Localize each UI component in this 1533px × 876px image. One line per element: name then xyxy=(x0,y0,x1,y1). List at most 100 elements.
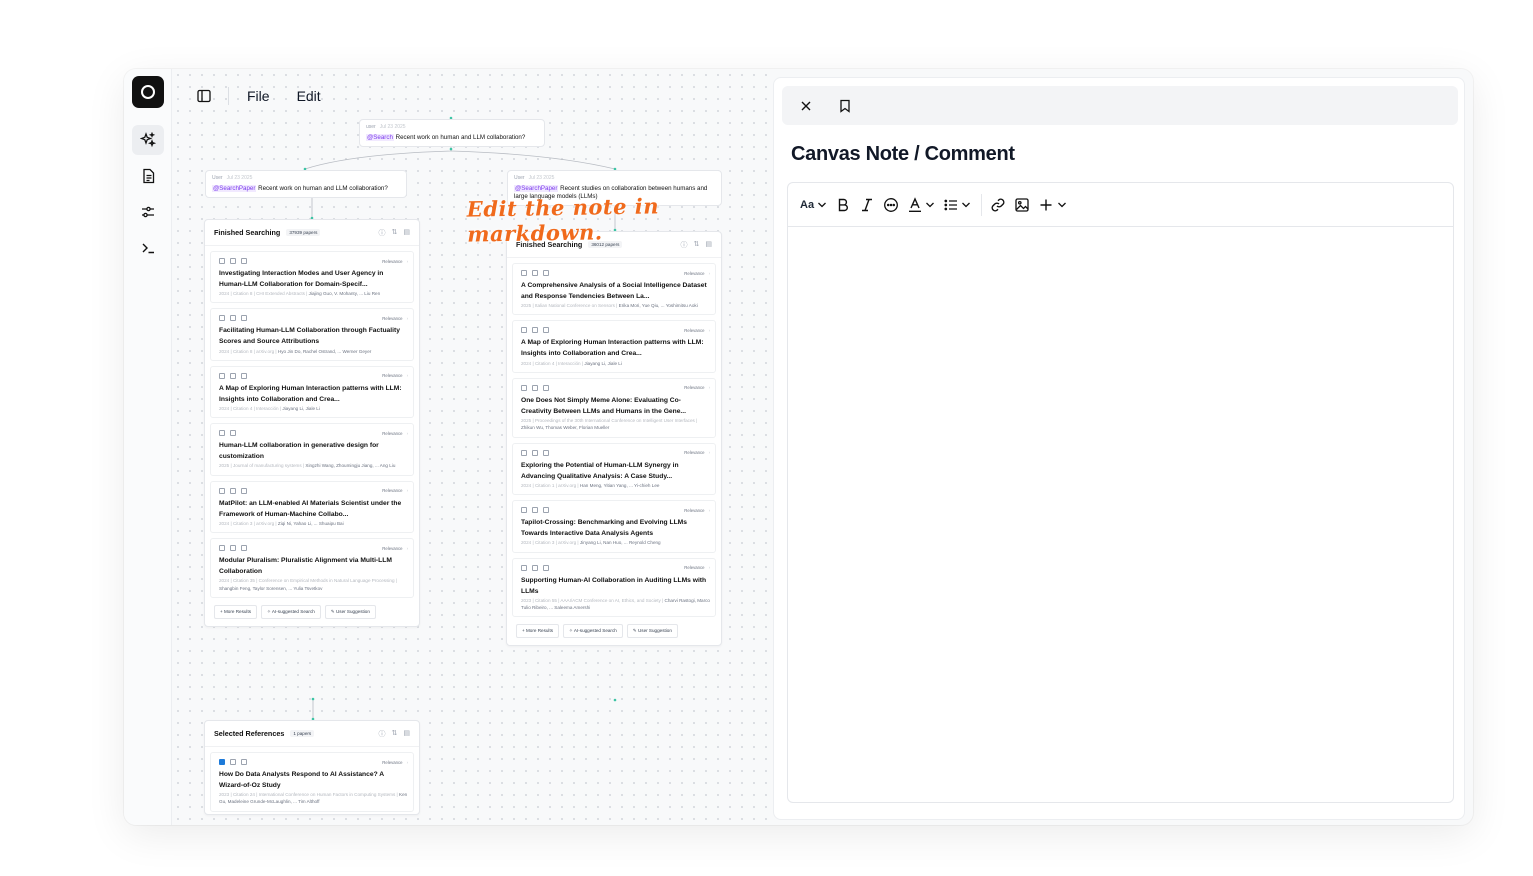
close-icon[interactable] xyxy=(797,97,815,115)
image-icon[interactable] xyxy=(1014,197,1030,213)
sort-icon[interactable]: ⇅ xyxy=(392,729,398,739)
relevance-dropdown[interactable]: Relevance › xyxy=(382,760,408,765)
user-suggestion-button[interactable]: ✎ User Suggestion xyxy=(626,624,678,639)
paper-title[interactable]: Investigating Interaction Modes and User… xyxy=(219,268,408,290)
expand-icon[interactable] xyxy=(230,372,236,379)
paper-title[interactable]: A Map of Exploring Human Interaction pat… xyxy=(219,383,408,405)
paper-title[interactable]: Facilitating Human-LLM Collaboration thr… xyxy=(219,325,408,347)
paper-title[interactable]: MatPilot: an LLM-enabled AI Materials Sc… xyxy=(219,498,408,520)
document-icon[interactable] xyxy=(543,449,549,456)
paper-title[interactable]: Human-LLM collaboration in generative de… xyxy=(219,440,408,462)
paper-title[interactable]: A Map of Exploring Human Interaction pat… xyxy=(521,337,710,359)
expand-icon[interactable] xyxy=(230,759,236,765)
relevance-dropdown[interactable]: Relevance › xyxy=(382,431,408,436)
paper-item[interactable]: Relevance › A Comprehensive Analysis of a … xyxy=(512,263,716,316)
relevance-dropdown[interactable]: Relevance › xyxy=(684,565,710,570)
paper-title[interactable]: How Do Data Analysts Respond to AI Assis… xyxy=(219,769,408,791)
document-icon[interactable] xyxy=(241,372,247,379)
select-checkbox[interactable] xyxy=(521,327,527,334)
document-icon[interactable] xyxy=(241,258,247,264)
insert-dropdown[interactable] xyxy=(1038,197,1067,213)
calendar-icon[interactable]: ▤ xyxy=(403,729,410,739)
expand-icon[interactable] xyxy=(230,315,236,322)
paper-title[interactable]: A Comprehensive Analysis of a Social Int… xyxy=(521,280,710,302)
more-circle-icon[interactable] xyxy=(883,197,899,213)
link-icon[interactable] xyxy=(990,197,1006,213)
select-checkbox[interactable] xyxy=(219,430,225,437)
info-icon[interactable]: ⓘ xyxy=(379,729,386,739)
select-checkbox[interactable] xyxy=(219,759,225,765)
document-icon[interactable] xyxy=(241,315,247,322)
paper-item[interactable]: Relevance › How Do Data Analysts Respond t… xyxy=(210,752,414,812)
font-size-dropdown[interactable]: Aa xyxy=(800,199,827,211)
ai-suggested-search-button[interactable]: ✧ AI-suggested Search xyxy=(563,624,623,639)
paper-item[interactable]: Relevance › Exploring the Potential of Hum… xyxy=(512,442,716,496)
paper-item[interactable]: Relevance › Supporting Human-AI Collaborat… xyxy=(512,557,716,618)
expand-icon[interactable] xyxy=(532,564,538,571)
relevance-dropdown[interactable]: Relevance › xyxy=(684,508,710,513)
bold-icon[interactable] xyxy=(835,197,851,213)
ai-sparkle-icon[interactable] xyxy=(132,125,164,155)
ai-suggested-search-button[interactable]: ✧ AI-suggested Search xyxy=(261,604,321,619)
relevance-dropdown[interactable]: Relevance › xyxy=(684,328,710,333)
select-checkbox[interactable] xyxy=(521,384,527,391)
paper-title[interactable]: Modular Pluralism: Pluralistic Alignment… xyxy=(219,555,408,577)
paper-item[interactable]: Relevance › MatPilot: an LLM-enabled AI Ma… xyxy=(210,480,414,534)
relevance-dropdown[interactable]: Relevance › xyxy=(382,373,408,378)
paper-item[interactable]: Relevance › Human-LLM collaboration in gen… xyxy=(210,423,414,476)
document-icon[interactable] xyxy=(543,384,549,391)
expand-icon[interactable] xyxy=(230,258,236,264)
bookmark-icon[interactable] xyxy=(836,97,854,115)
results-card-left[interactable]: Finished Searching 37939 papers ⓘ ⇅ ▤ Relevan… xyxy=(204,219,420,627)
paper-title[interactable]: One Does Not Simply Meme Alone: Evaluati… xyxy=(521,395,710,417)
terminal-icon[interactable] xyxy=(132,233,164,263)
select-checkbox[interactable] xyxy=(521,507,527,514)
select-checkbox[interactable] xyxy=(521,564,527,571)
relevance-dropdown[interactable]: Relevance › xyxy=(684,385,710,390)
paper-item[interactable]: Relevance › Tapilot-Crossing: Benchmarking… xyxy=(512,500,716,553)
paper-item[interactable]: Relevance › Investigating Interaction Mode… xyxy=(210,251,414,304)
left-query-bubble[interactable]: User Jul 23 2025 @SearchPaper Recent work… xyxy=(205,170,407,199)
text-color-dropdown[interactable] xyxy=(907,196,935,213)
more-results-button[interactable]: + More Results xyxy=(516,624,560,639)
app-logo[interactable] xyxy=(132,76,164,108)
relevance-dropdown[interactable]: Relevance › xyxy=(684,271,710,276)
results-card-right[interactable]: Finished Searching 36012 papers ⓘ ⇅ ▤ Relevan… xyxy=(506,231,722,647)
expand-icon[interactable] xyxy=(532,270,538,276)
sort-icon[interactable]: ⇅ xyxy=(392,228,398,238)
info-icon[interactable]: ⓘ xyxy=(379,228,386,238)
paper-item[interactable]: Relevance › Modular Pluralism: Pluralistic… xyxy=(210,538,414,598)
select-checkbox[interactable] xyxy=(521,449,527,456)
markdown-editor[interactable]: Aa xyxy=(787,182,1454,803)
paper-title[interactable]: Tapilot-Crossing: Benchmarking and Evolv… xyxy=(521,517,710,539)
document-icon[interactable] xyxy=(543,270,549,276)
select-checkbox[interactable] xyxy=(219,258,225,264)
relevance-dropdown[interactable]: Relevance › xyxy=(382,488,408,493)
expand-icon[interactable] xyxy=(532,507,538,514)
paper-item[interactable]: Relevance › Facilitating Human-LLM Collabo… xyxy=(210,308,414,361)
document-icon[interactable] xyxy=(241,545,247,552)
relevance-dropdown[interactable]: Relevance › xyxy=(684,450,710,455)
calendar-icon[interactable]: ▤ xyxy=(403,228,410,238)
relevance-dropdown[interactable]: Relevance › xyxy=(382,259,408,264)
more-results-button[interactable]: + More Results xyxy=(214,604,258,619)
document-icon[interactable] xyxy=(543,507,549,514)
select-checkbox[interactable] xyxy=(219,315,225,322)
relevance-dropdown[interactable]: Relevance › xyxy=(382,316,408,321)
document-icon[interactable] xyxy=(132,161,164,191)
document-icon[interactable] xyxy=(543,327,549,334)
paper-title[interactable]: Supporting Human-AI Collaboration in Aud… xyxy=(521,575,710,597)
sliders-icon[interactable] xyxy=(132,197,164,227)
select-checkbox[interactable] xyxy=(219,487,225,494)
root-query-bubble[interactable]: user Jul 23 2025 @Search Recent work on h… xyxy=(359,119,545,148)
paper-item[interactable]: Relevance › A Map of Exploring Human Inter… xyxy=(512,320,716,373)
expand-icon[interactable] xyxy=(532,449,538,456)
list-dropdown[interactable] xyxy=(943,197,971,213)
italic-icon[interactable] xyxy=(859,197,875,213)
document-icon[interactable] xyxy=(241,487,247,494)
paper-item[interactable]: Relevance › A Map of Exploring Human Inter… xyxy=(210,365,414,419)
expand-icon[interactable] xyxy=(532,327,538,334)
paper-item[interactable]: Relevance › One Does Not Simply Meme Alone… xyxy=(512,377,716,438)
user-suggestion-button[interactable]: ✎ User Suggestion xyxy=(324,604,376,619)
selected-references-card[interactable]: Selected References 1 papers ⓘ ⇅ ▤ Relevance ›… xyxy=(204,720,420,815)
